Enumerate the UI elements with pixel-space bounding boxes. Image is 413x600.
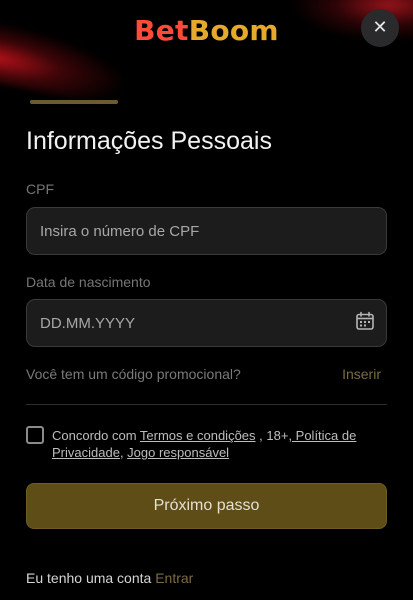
step-progress-bar <box>30 100 118 104</box>
cpf-label: CPF <box>26 181 54 197</box>
birthdate-input[interactable] <box>26 299 387 347</box>
registration-screen: BetBoom ✕ Informações Pessoais CPF Data … <box>0 0 413 600</box>
logo-boom-text: Boom <box>188 14 279 47</box>
have-account-row: Eu tenho uma conta Entrar <box>26 570 193 586</box>
responsible-gaming-link[interactable]: Jogo responsável <box>127 445 229 460</box>
brand-logo: BetBoom <box>0 14 413 47</box>
step-progress-fill <box>30 100 118 104</box>
promo-question: Você tem um código promocional? <box>26 366 241 382</box>
calendar-icon[interactable] <box>355 311 375 331</box>
terms-link[interactable]: Termos e condições <box>140 428 256 443</box>
consent-text: Concordo com Termos e condições , 18+, P… <box>52 427 372 461</box>
header: BetBoom ✕ <box>0 0 413 80</box>
consent-age: , 18+ <box>255 428 289 443</box>
cpf-input[interactable] <box>26 207 387 255</box>
terms-checkbox[interactable] <box>26 426 44 444</box>
have-account-text: Eu tenho uma conta <box>26 570 152 586</box>
logo-bet-text: Bet <box>134 14 189 47</box>
promo-insert-link[interactable]: Inserir <box>342 366 381 382</box>
page-title: Informações Pessoais <box>26 127 272 155</box>
consent-prefix: Concordo com <box>52 428 140 443</box>
promo-code-row: Você tem um código promocional? Inserir <box>26 366 387 382</box>
birthdate-label: Data de nascimento <box>26 274 151 290</box>
close-icon: ✕ <box>372 17 388 38</box>
next-step-button[interactable]: Próximo passo <box>26 483 387 529</box>
login-link[interactable]: Entrar <box>155 570 193 586</box>
close-button[interactable]: ✕ <box>361 9 399 47</box>
divider <box>26 404 387 405</box>
